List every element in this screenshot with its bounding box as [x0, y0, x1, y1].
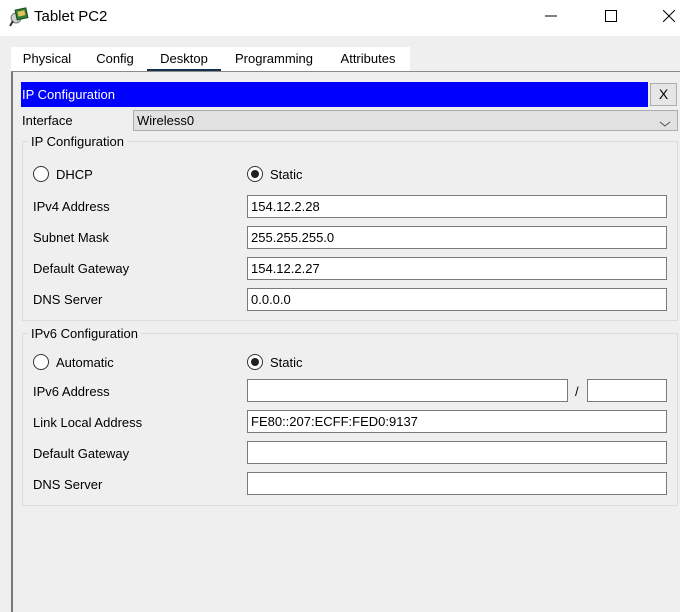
ipv4-default-gateway-input[interactable] [247, 257, 667, 280]
radio-checked-icon [247, 354, 263, 370]
ipv6-dns-server-input[interactable] [247, 472, 667, 495]
ipv4-group-legend: IP Configuration [28, 134, 127, 149]
subnet-mask-input[interactable] [247, 226, 667, 249]
close-window-button[interactable] [646, 0, 680, 34]
ipv6-default-gateway-label: Default Gateway [33, 446, 130, 461]
interface-value: Wireless0 [137, 113, 195, 128]
tab-attributes[interactable]: Attributes [326, 47, 410, 72]
close-icon [662, 9, 676, 25]
ipv6-default-gateway-input[interactable] [247, 441, 667, 464]
radio-unchecked-icon [33, 354, 49, 370]
interface-label: Interface [22, 113, 73, 128]
ipv4-static-radio[interactable]: Static [247, 166, 303, 182]
dhcp-radio[interactable]: DHCP [33, 166, 93, 182]
subnet-mask-label: Subnet Mask [33, 230, 109, 245]
window-title: Tablet PC2 [34, 8, 108, 25]
app-header: IP Configuration [21, 82, 648, 107]
ipv6-static-radio-label: Static [270, 354, 303, 370]
link-local-address-input[interactable] [247, 410, 667, 433]
tab-strip: Physical Config Desktop Programming Attr… [11, 47, 410, 72]
ipv6-automatic-radio-label: Automatic [56, 354, 114, 370]
ipv6-automatic-radio[interactable]: Automatic [33, 354, 114, 370]
ipv6-dns-server-label: DNS Server [33, 477, 103, 492]
ipv4-address-label: IPv4 Address [33, 199, 110, 214]
maximize-icon [605, 9, 617, 25]
prefix-separator: / [575, 384, 579, 399]
link-local-address-label: Link Local Address [33, 415, 143, 430]
dhcp-radio-label: DHCP [56, 166, 93, 182]
ipv4-dns-server-input[interactable] [247, 288, 667, 311]
chevron-down-icon [659, 115, 671, 127]
maximize-button[interactable] [588, 0, 634, 34]
radio-checked-icon [247, 166, 263, 182]
app-close-button[interactable]: X [650, 83, 677, 106]
ipv4-dns-server-label: DNS Server [33, 292, 103, 307]
tab-programming[interactable]: Programming [226, 47, 322, 72]
ipv6-prefix-input[interactable] [587, 379, 667, 402]
ipv4-default-gateway-label: Default Gateway [33, 261, 130, 276]
minimize-button[interactable] [528, 0, 574, 34]
ipv6-address-label: IPv6 Address [33, 384, 110, 399]
tab-desktop[interactable]: Desktop [147, 47, 221, 72]
tab-physical[interactable]: Physical [11, 47, 83, 72]
ipv4-static-radio-label: Static [270, 166, 303, 182]
title-bar: Tablet PC2 [0, 0, 680, 36]
tablet-pc-icon [9, 7, 29, 27]
radio-unchecked-icon [33, 166, 49, 182]
tab-config[interactable]: Config [87, 47, 143, 72]
ipv6-group-legend: IPv6 Configuration [28, 326, 141, 341]
ipv6-static-radio[interactable]: Static [247, 354, 303, 370]
minimize-icon [545, 10, 557, 25]
ipv6-address-input[interactable] [247, 379, 568, 402]
ipv4-address-input[interactable] [247, 195, 667, 218]
interface-select[interactable]: Wireless0 [133, 110, 678, 131]
